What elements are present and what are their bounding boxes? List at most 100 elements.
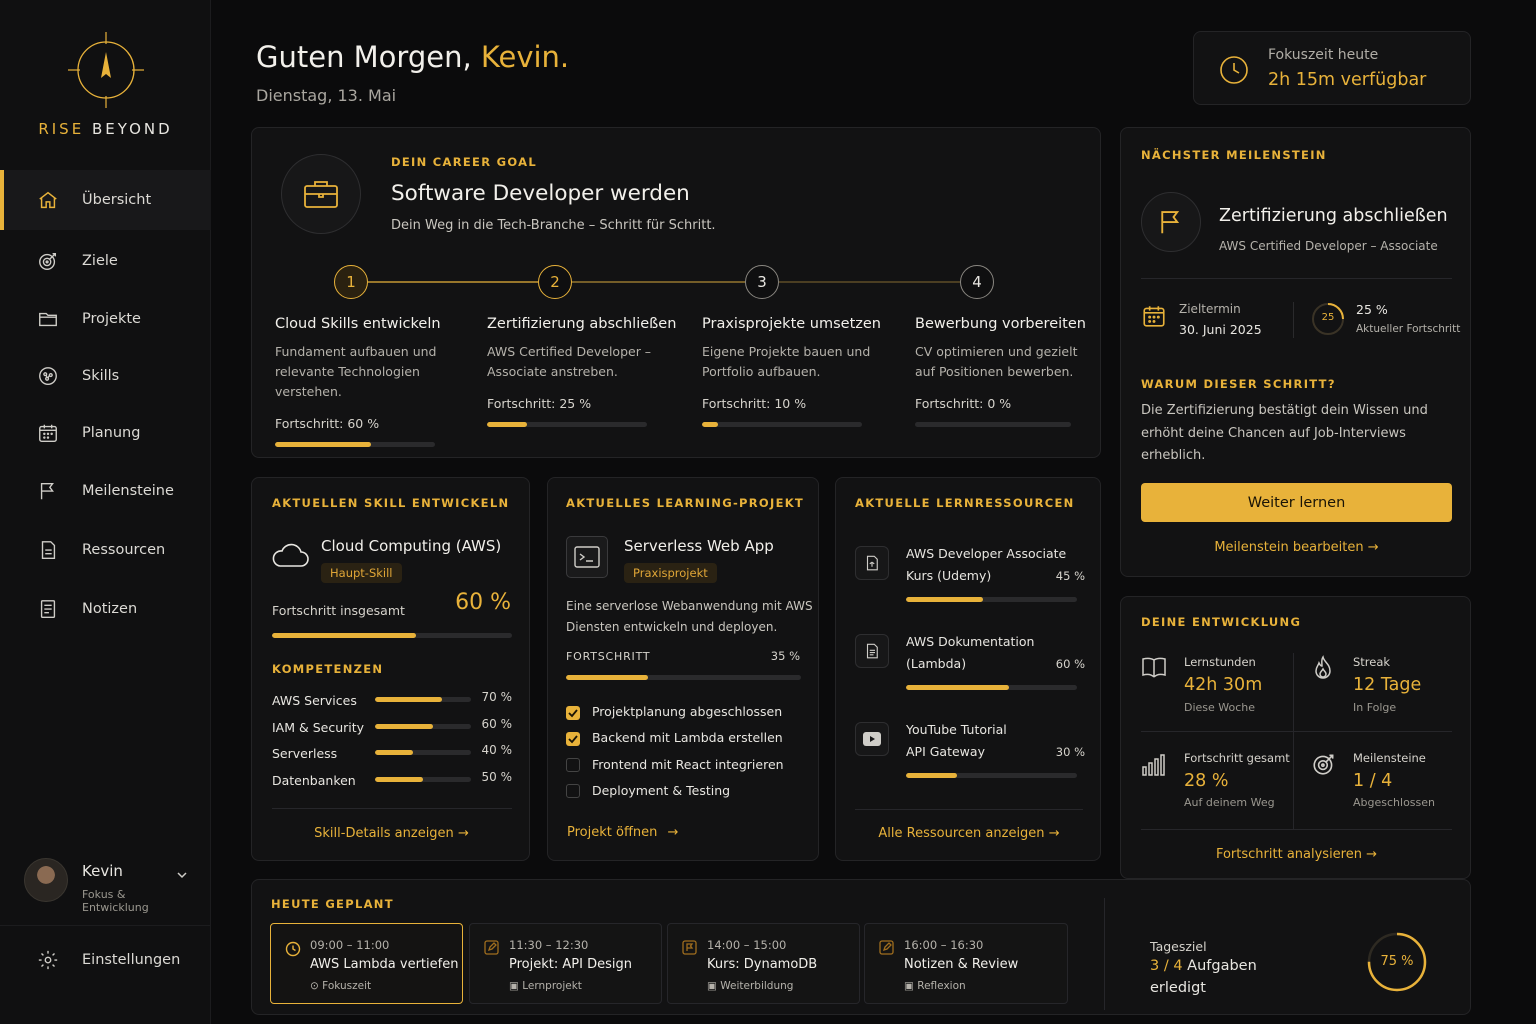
schedule-item[interactable]: 09:00 – 11:00 AWS Lambda vertiefen ⊙ Fok…	[270, 923, 463, 1004]
project-description: Eine serverlose Webanwendung mit AWS Dien…	[566, 596, 813, 638]
flag-icon	[36, 479, 60, 503]
checkbox-empty-icon[interactable]	[566, 758, 580, 773]
schedule-tag: ▣ Weiterbildung	[707, 980, 793, 992]
sidebar: RISE BEYOND Übersicht Ziele Projekte Ski…	[0, 0, 211, 1024]
nav-item-ziele[interactable]: Ziele	[0, 231, 211, 291]
skill-details-link[interactable]: Skill-Details anzeigen →	[252, 826, 531, 841]
nav-item-skills[interactable]: Skills	[0, 346, 211, 406]
stat-sub: Auf deinem Weg	[1184, 796, 1275, 809]
resource-item[interactable]: AWS Dokumentation (Lambda) 60 %	[855, 634, 1085, 694]
resources-label: AKTUELLE LERNRESSOURCEN	[855, 496, 1075, 510]
divider	[1293, 653, 1294, 830]
notes-icon	[36, 597, 60, 621]
goal-step-4: Bewerbung vorbereiten CV optimieren und …	[915, 316, 1090, 427]
step-progress-label: Fortschritt: 60 %	[275, 416, 380, 431]
milestone-subtitle: AWS Certified Developer – Associate	[1219, 239, 1438, 253]
open-project-link[interactable]: Projekt öffnen →	[567, 825, 678, 840]
competency-fill	[375, 750, 414, 755]
project-label: AKTUELLES LEARNING-PROJEKT	[566, 496, 805, 510]
step-progress-fill	[275, 442, 371, 447]
all-resources-link[interactable]: Alle Ressourcen anzeigen →	[836, 826, 1102, 841]
resource-item[interactable]: YouTube Tutorial API Gateway 30 %	[855, 722, 1085, 782]
divider	[0, 925, 211, 926]
nav-label: Projekte	[82, 311, 141, 327]
nav-item-uebersicht[interactable]: Übersicht	[0, 170, 211, 230]
tag-icon: ⊙	[310, 980, 319, 992]
checkbox-empty-icon[interactable]	[566, 784, 580, 799]
user-name: Kevin	[82, 862, 123, 880]
page-title: Guten Morgen, Kevin.	[256, 40, 569, 74]
user-menu[interactable]: Kevin Fokus & Entwicklung	[24, 858, 194, 914]
chevron-down-icon[interactable]	[176, 866, 188, 885]
task-item[interactable]: Projektplanung abgeschlossen	[566, 704, 784, 730]
continue-learning-button[interactable]: Weiter lernen	[1141, 483, 1452, 522]
competency-value: 60 %	[481, 716, 513, 731]
step-title: Zertifizierung abschließen	[487, 316, 677, 332]
competency-bar	[375, 723, 471, 729]
step-title: Praxisprojekte umsetzen	[702, 316, 881, 332]
edit-milestone-link[interactable]: Meilenstein bearbeiten →	[1121, 540, 1472, 555]
nav-item-notizen[interactable]: Notizen	[0, 579, 211, 639]
competency-row: Datenbanken 50 %	[272, 770, 512, 797]
link-label: Projekt öffnen	[567, 825, 658, 840]
checkbox-checked-icon[interactable]	[566, 731, 580, 746]
project-title: Serverless Web App	[624, 537, 774, 555]
schedule-item[interactable]: 14:00 – 15:00 Kurs: DynamoDB ▣ Weiterbil…	[667, 923, 860, 1004]
analyze-progress-link[interactable]: Fortschritt analysieren →	[1121, 847, 1472, 862]
task-item[interactable]: Backend mit Lambda erstellen	[566, 730, 784, 756]
resource-subtitle: (Lambda)	[906, 656, 967, 671]
link-label: Alle Ressourcen anzeigen	[878, 826, 1045, 841]
checkbox-checked-icon[interactable]	[566, 705, 580, 720]
edit-icon	[484, 940, 499, 959]
daily-goal-text-1: Aufgaben	[1187, 958, 1257, 974]
nav-item-einstellungen[interactable]: Einstellungen	[0, 930, 211, 990]
folder-icon	[36, 307, 60, 331]
stat-value: 12 Tage	[1353, 675, 1422, 695]
skill-badge: Haupt-Skill	[321, 563, 402, 583]
step-desc: CV optimieren und gezielt	[915, 344, 1078, 359]
link-label: Meilenstein bearbeiten	[1214, 540, 1364, 555]
task-item[interactable]: Deployment & Testing	[566, 783, 784, 809]
daily-goal-text: 3 / 4 Aufgaben	[1150, 958, 1257, 974]
divider	[855, 809, 1083, 810]
brand-name-part-2: BEYOND	[91, 120, 173, 138]
schedule-time: 11:30 – 12:30	[509, 938, 589, 952]
link-label: Fortschritt analysieren	[1215, 847, 1362, 862]
step-4-number: 4	[960, 265, 994, 299]
schedule-item[interactable]: 16:00 – 16:30 Notizen & Review ▣ Reflexi…	[864, 923, 1068, 1004]
resource-item[interactable]: AWS Developer Associate Kurs (Udemy) 45 …	[855, 546, 1085, 606]
task-label: Projektplanung abgeschlossen	[591, 704, 783, 719]
compass-logo-icon	[67, 32, 144, 108]
stat-label: Streak	[1353, 655, 1391, 669]
competency-bar	[375, 750, 471, 755]
career-goal-card: DEIN CAREER GOAL Software Developer werd…	[251, 127, 1101, 458]
document-icon	[36, 538, 60, 562]
competency-value: 50 %	[481, 769, 513, 784]
today-label: HEUTE GEPLANT	[271, 897, 394, 911]
schedule-item[interactable]: 11:30 – 12:30 Projekt: API Design ▣ Lern…	[469, 923, 662, 1004]
step-desc: auf Positionen bewerben.	[915, 364, 1074, 379]
nav-item-projekte[interactable]: Projekte	[0, 289, 211, 349]
settings-label: Einstellungen	[82, 952, 181, 968]
competency-fill	[375, 776, 423, 782]
task-item[interactable]: Frontend mit React integrieren	[566, 757, 784, 783]
flag-icon	[1141, 192, 1201, 252]
stat-label: Lernstunden	[1184, 655, 1256, 669]
ring-value: 75 %	[1380, 954, 1414, 969]
project-progress-fill	[566, 675, 649, 680]
competency-value: 40 %	[481, 743, 513, 757]
nav-item-planung[interactable]: Planung	[0, 403, 211, 463]
gear-icon	[36, 948, 60, 972]
arrow-right-icon: →	[457, 826, 469, 841]
development-label: DEINE ENTWICKLUNG	[1141, 615, 1302, 629]
skill-card: AKTUELLEN SKILL ENTWICKELN Cloud Computi…	[251, 477, 530, 861]
milestone-card: NÄCHSTER MEILENSTEIN Zertifizierung absc…	[1120, 127, 1471, 577]
why-text: Die Zertifizierung bestätigt dein Wissen…	[1141, 400, 1456, 468]
target-icon	[1311, 751, 1337, 781]
nav-item-ressourcen[interactable]: Ressourcen	[0, 520, 211, 580]
tag-icon: ▣	[707, 980, 717, 992]
nav-item-meilensteine[interactable]: Meilensteine	[0, 461, 211, 521]
user-subtitle: Fokus & Entwicklung	[82, 888, 149, 914]
stat-value: 42h 30m	[1184, 675, 1263, 695]
arrow-right-icon: →	[667, 825, 679, 840]
